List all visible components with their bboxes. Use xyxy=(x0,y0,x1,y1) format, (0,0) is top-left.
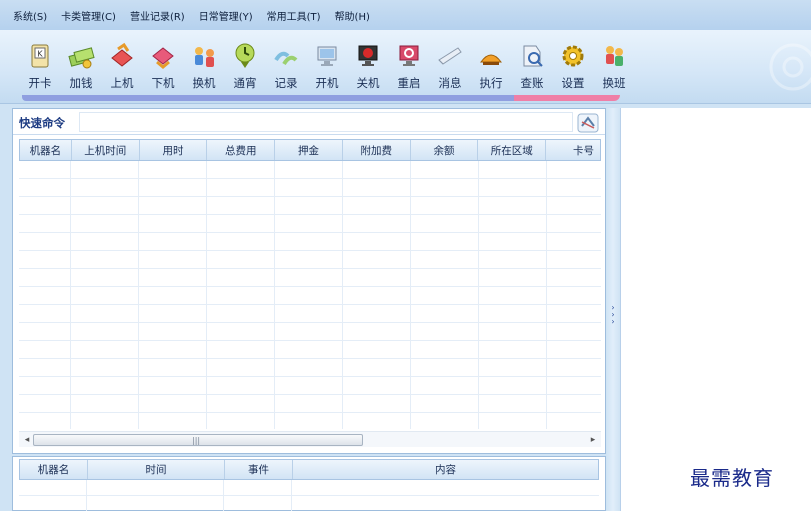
right-side-panel xyxy=(620,108,811,511)
event-log-header: 机器名 时间 事件 内容 xyxy=(19,459,599,480)
message-icon xyxy=(438,47,462,65)
execute-icon xyxy=(480,54,502,65)
scroll-grip-icon: ||| xyxy=(192,436,201,445)
logout-icon xyxy=(152,47,174,69)
switch-machine-icon xyxy=(195,47,214,67)
col-login-time[interactable]: 上机时间 xyxy=(72,140,140,160)
log-col-time[interactable]: 时间 xyxy=(88,460,225,479)
check-accounts-icon xyxy=(523,45,543,67)
event-log-panel: 机器名 时间 事件 内容 xyxy=(12,456,606,511)
login-label: 上机 xyxy=(110,76,134,90)
login-icon xyxy=(111,42,133,67)
open-card-label: 开卡 xyxy=(28,76,52,90)
scroll-thumb[interactable]: ||| xyxy=(33,434,363,446)
power-off-icon xyxy=(358,45,378,66)
scroll-left-arrow-icon[interactable]: ◂ xyxy=(21,434,33,446)
open-card-icon: K xyxy=(31,44,49,68)
menu-system[interactable]: 系统(S) xyxy=(6,8,54,23)
col-machine-name[interactable]: 机器名 xyxy=(20,140,72,160)
check-accounts-label: 查账 xyxy=(520,76,544,90)
message-label: 消息 xyxy=(438,76,462,90)
machine-grid-body[interactable] xyxy=(19,161,601,429)
menu-card-management[interactable]: 卡类管理(C) xyxy=(54,8,123,23)
col-total-fee[interactable]: 总费用 xyxy=(207,140,276,160)
switch-machine-label: 换机 xyxy=(192,76,216,90)
svg-text:K: K xyxy=(37,50,43,59)
decorative-gear-icon xyxy=(769,43,811,91)
quick-command-input[interactable] xyxy=(79,112,573,132)
log-col-content[interactable]: 内容 xyxy=(293,460,598,479)
watermark-text: 最需教育 xyxy=(690,466,774,490)
add-money-icon xyxy=(68,47,95,69)
shift-change-icon xyxy=(606,46,623,66)
overnight-label: 通宵 xyxy=(233,76,257,90)
scroll-right-arrow-icon[interactable]: ▸ xyxy=(587,434,599,446)
power-off-label: 关机 xyxy=(356,76,380,90)
toolbar-underline-pink xyxy=(514,95,620,101)
col-duration[interactable]: 用时 xyxy=(140,140,208,160)
quick-command-bar: 快速命令 xyxy=(13,109,605,135)
records-label: 记录 xyxy=(274,76,298,90)
quick-command-label: 快速命令 xyxy=(19,116,65,130)
quick-command-execute-icon[interactable] xyxy=(577,113,599,133)
logout-label: 下机 xyxy=(151,76,175,90)
power-on-icon xyxy=(317,46,337,66)
execute-label: 执行 xyxy=(479,76,503,90)
panel-splitter[interactable]: › › › xyxy=(606,108,620,511)
settings-label: 设置 xyxy=(561,76,585,90)
toolbar: K 开卡 加钱 上机 下机 换机 通宵 记录 开机 关机 重启 消息 执行 查账… xyxy=(0,30,811,104)
records-icon xyxy=(274,51,298,66)
menu-bar: 系统(S) 卡类管理(C) 营业记录(R) 日常管理(Y) 常用工具(T) 帮助… xyxy=(0,0,811,30)
add-money-label: 加钱 xyxy=(69,76,93,90)
col-surcharge[interactable]: 附加费 xyxy=(343,140,411,160)
menu-common-tools[interactable]: 常用工具(T) xyxy=(260,8,328,23)
menu-business-records[interactable]: 营业记录(R) xyxy=(123,8,192,23)
shift-change-label: 换班 xyxy=(602,76,626,90)
col-card-number[interactable]: 卡号 xyxy=(546,140,600,160)
log-col-machine-name[interactable]: 机器名 xyxy=(20,460,88,479)
settings-gear-icon xyxy=(562,45,584,67)
col-area[interactable]: 所在区域 xyxy=(478,140,547,160)
event-log-body[interactable] xyxy=(19,480,599,511)
expand-arrows-icon[interactable]: › › › xyxy=(609,304,617,326)
col-deposit[interactable]: 押金 xyxy=(275,140,343,160)
restart-icon xyxy=(399,45,419,66)
col-balance[interactable]: 余额 xyxy=(411,140,479,160)
restart-label: 重启 xyxy=(397,76,421,90)
machine-grid-header: 机器名 上机时间 用时 总费用 押金 附加费 余额 所在区域 卡号 xyxy=(19,139,601,161)
menu-daily-management[interactable]: 日常管理(Y) xyxy=(192,8,260,23)
menu-help[interactable]: 帮助(H) xyxy=(328,8,377,23)
power-on-label: 开机 xyxy=(315,76,339,90)
log-col-event[interactable]: 事件 xyxy=(225,460,293,479)
overnight-icon xyxy=(235,43,255,68)
machine-panel: 快速命令 机器名 上机时间 用时 总费用 押金 附加费 余额 所在区域 卡号 ◂… xyxy=(12,108,606,454)
horizontal-scrollbar[interactable]: ◂ ||| ▸ xyxy=(19,431,601,447)
toolbar-underline-blue xyxy=(22,95,516,101)
